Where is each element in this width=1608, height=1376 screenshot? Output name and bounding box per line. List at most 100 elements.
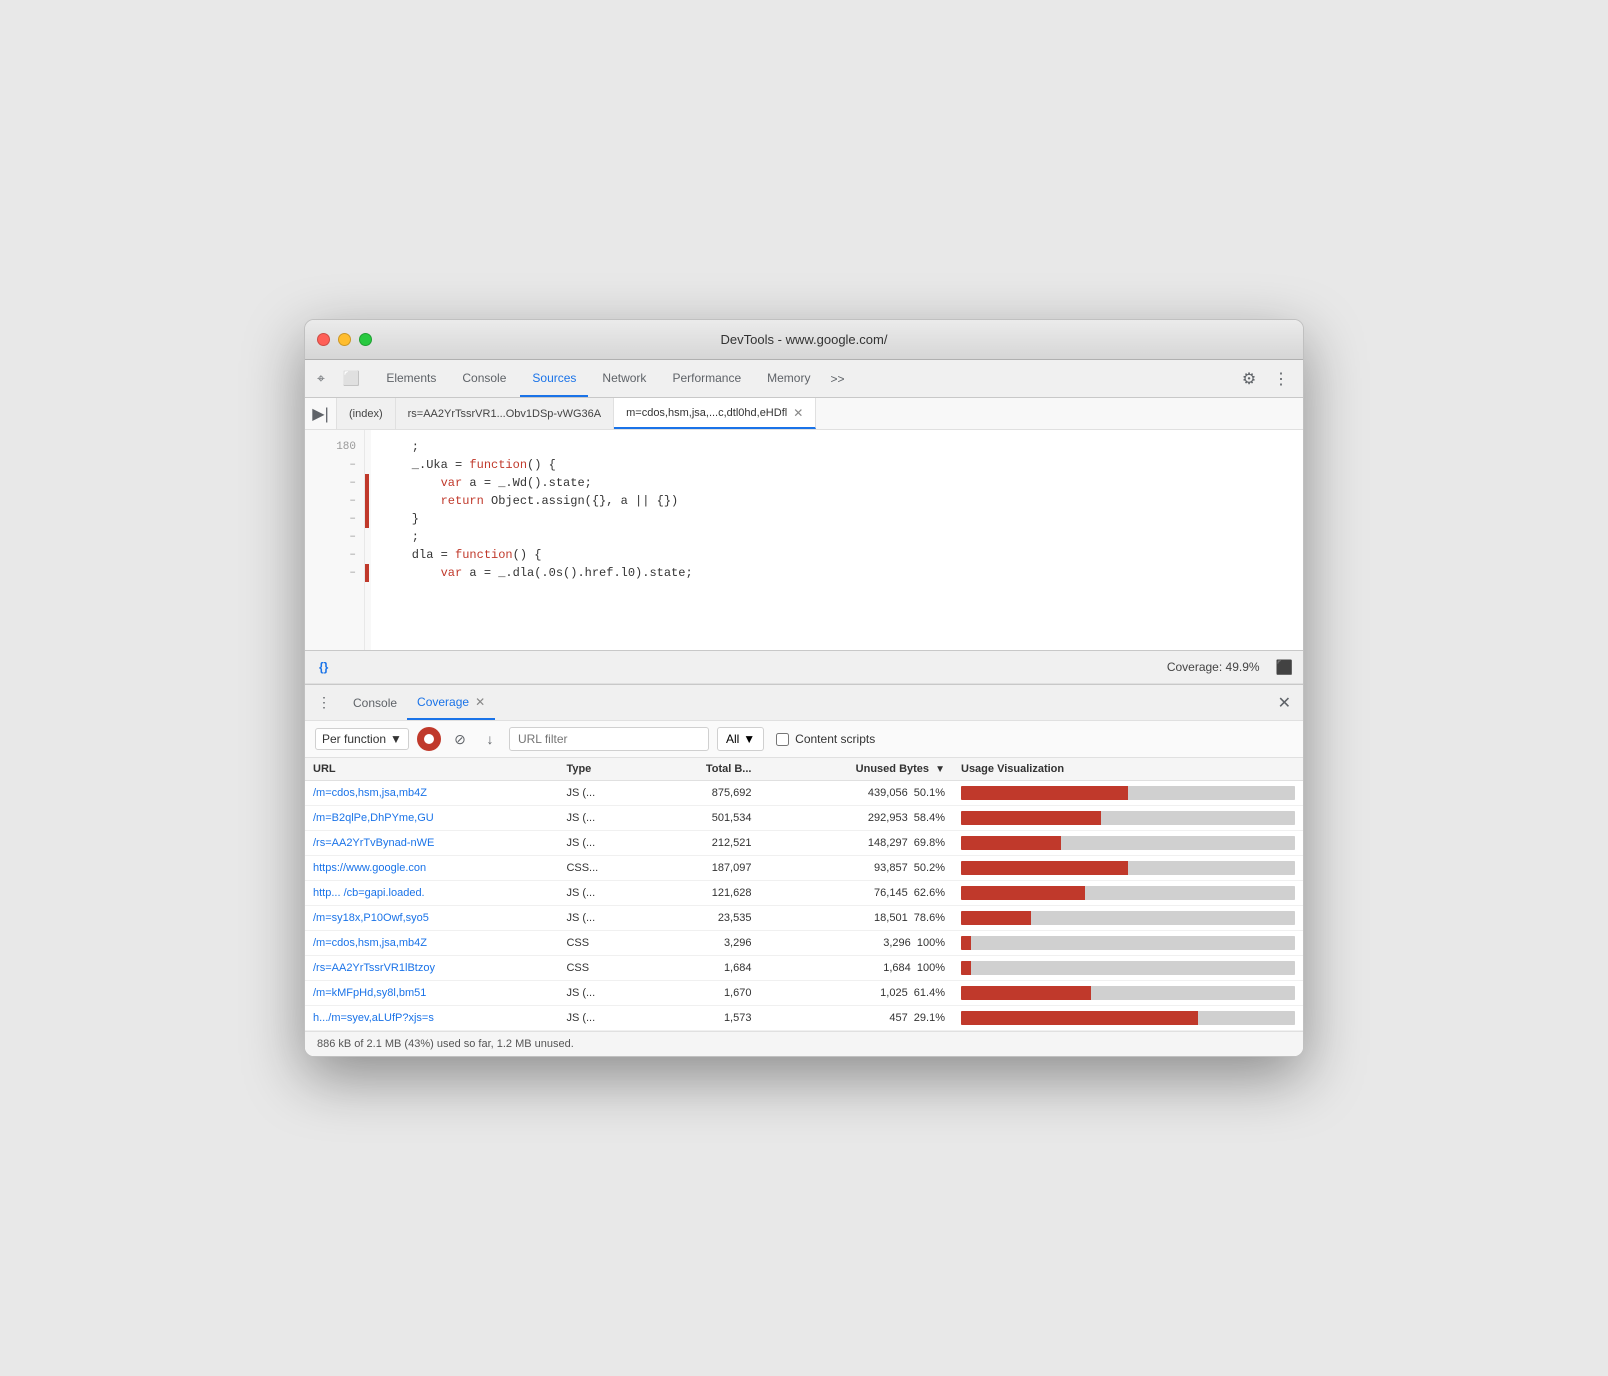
content-scripts-checkbox[interactable] bbox=[776, 733, 789, 746]
table-row[interactable]: /rs=AA2YrTssrVR1lBtzoy CSS 1,684 1,684 1… bbox=[305, 956, 1303, 981]
main-tab-bar: ⌖ ⬜ Elements Console Sources Network Per… bbox=[305, 360, 1303, 398]
row-unused: 439,056 50.1% bbox=[759, 781, 953, 806]
device-icon[interactable]: ⬜ bbox=[339, 366, 364, 391]
vis-bar bbox=[961, 836, 1295, 850]
vis-bar-used bbox=[961, 886, 1085, 900]
tab-elements[interactable]: Elements bbox=[374, 360, 448, 397]
coverage-table-body: /m=cdos,hsm,jsa,mb4Z JS (... 875,692 439… bbox=[305, 781, 1303, 1031]
drawer-tab-coverage-close[interactable]: ✕ bbox=[475, 695, 485, 709]
row-unused: 76,145 62.6% bbox=[759, 881, 953, 906]
row-unused: 1,684 100% bbox=[759, 956, 953, 981]
record-coverage-button[interactable] bbox=[417, 727, 441, 751]
row-vis bbox=[953, 956, 1303, 981]
more-tabs-button[interactable]: >> bbox=[824, 368, 850, 390]
line-number-blank-5: – bbox=[305, 528, 364, 546]
vis-bar-unused bbox=[971, 936, 1295, 950]
vis-bar-used bbox=[961, 911, 1031, 925]
table-row[interactable]: https://www.google.con CSS... 187,097 93… bbox=[305, 856, 1303, 881]
cov-line-7 bbox=[365, 546, 369, 564]
inspect-icon[interactable]: ⌖ bbox=[313, 366, 329, 391]
drawer-tab-console-label: Console bbox=[353, 696, 397, 710]
content-scripts-label[interactable]: Content scripts bbox=[776, 732, 875, 746]
cov-line-1 bbox=[365, 438, 369, 456]
table-row[interactable]: h.../m=syev,aLUfP?xjs=s JS (... 1,573 45… bbox=[305, 1006, 1303, 1031]
code-line-3: var a = _.Wd().state; bbox=[383, 474, 1291, 492]
cov-line-6 bbox=[365, 528, 369, 546]
table-row[interactable]: /m=cdos,hsm,jsa,mb4Z JS (... 875,692 439… bbox=[305, 781, 1303, 806]
row-type: JS (... bbox=[558, 906, 646, 931]
row-total: 23,535 bbox=[646, 906, 759, 931]
line-number-blank-4: – bbox=[305, 510, 364, 528]
drawer-tab-coverage[interactable]: Coverage ✕ bbox=[407, 685, 495, 720]
file-tab-index[interactable]: (index) bbox=[337, 398, 396, 429]
row-url: h.../m=syev,aLUfP?xjs=s bbox=[305, 1006, 558, 1031]
row-total: 212,521 bbox=[646, 831, 759, 856]
tab-sources[interactable]: Sources bbox=[520, 360, 588, 397]
row-type: JS (... bbox=[558, 781, 646, 806]
code-line-2: _.Uka = function() { bbox=[383, 456, 1291, 474]
row-total: 1,684 bbox=[646, 956, 759, 981]
type-filter-chevron-icon: ▼ bbox=[743, 732, 755, 746]
type-filter-label: All bbox=[726, 732, 739, 746]
download-coverage-button[interactable]: ↓ bbox=[479, 728, 501, 750]
coverage-table: URL Type Total B... Unused Bytes ▼ Usage… bbox=[305, 758, 1303, 1031]
reload-coverage-button[interactable]: ⊘ bbox=[449, 728, 471, 750]
row-unused: 3,296 100% bbox=[759, 931, 953, 956]
maximize-button[interactable] bbox=[359, 333, 372, 346]
code-line-1: ; bbox=[383, 438, 1291, 456]
close-button[interactable] bbox=[317, 333, 330, 346]
drawer-tab-console[interactable]: Console bbox=[343, 685, 407, 720]
table-row[interactable]: /m=cdos,hsm,jsa,mb4Z CSS 3,296 3,296 100… bbox=[305, 931, 1303, 956]
col-unused[interactable]: Unused Bytes ▼ bbox=[759, 758, 953, 781]
vis-bar bbox=[961, 936, 1295, 950]
col-url[interactable]: URL bbox=[305, 758, 558, 781]
table-row[interactable]: /rs=AA2YrTvBynad-nWE JS (... 212,521 148… bbox=[305, 831, 1303, 856]
cov-line-4 bbox=[365, 492, 369, 510]
line-number-blank-6: – bbox=[305, 546, 364, 564]
table-row[interactable]: /m=kMFpHd,sy8l,bm51 JS (... 1,670 1,025 … bbox=[305, 981, 1303, 1006]
screenshot-button[interactable]: ⬛ bbox=[1276, 659, 1293, 676]
vis-bar-unused bbox=[1085, 886, 1295, 900]
more-options-icon[interactable]: ⋮ bbox=[1267, 365, 1295, 393]
settings-icon[interactable]: ⚙ bbox=[1235, 365, 1263, 393]
table-row[interactable]: /m=sy18x,P10Owf,syo5 JS (... 23,535 18,5… bbox=[305, 906, 1303, 931]
record-inner-dot bbox=[424, 734, 434, 744]
file-tab-cdos-close[interactable]: ✕ bbox=[793, 407, 803, 419]
per-function-dropdown[interactable]: Per function ▼ bbox=[315, 728, 409, 750]
row-vis bbox=[953, 1006, 1303, 1031]
col-total[interactable]: Total B... bbox=[646, 758, 759, 781]
tab-network[interactable]: Network bbox=[590, 360, 658, 397]
col-type[interactable]: Type bbox=[558, 758, 646, 781]
vis-bar bbox=[961, 886, 1295, 900]
type-filter-dropdown[interactable]: All ▼ bbox=[717, 727, 764, 751]
code-content: ; _.Uka = function() { var a = _.Wd().st… bbox=[371, 430, 1303, 650]
cov-line-3 bbox=[365, 474, 369, 492]
table-row[interactable]: /m=B2qlPe,DhPYme,GU JS (... 501,534 292,… bbox=[305, 806, 1303, 831]
col-vis: Usage Visualization bbox=[953, 758, 1303, 781]
sidebar-toggle-button[interactable]: ▶| bbox=[305, 398, 337, 429]
table-row[interactable]: http... /cb=gapi.loaded. JS (... 121,628… bbox=[305, 881, 1303, 906]
row-type: JS (... bbox=[558, 1006, 646, 1031]
minimize-button[interactable] bbox=[338, 333, 351, 346]
row-url: /rs=AA2YrTssrVR1lBtzoy bbox=[305, 956, 558, 981]
tab-memory[interactable]: Memory bbox=[755, 360, 822, 397]
code-line-7: dla = function() { bbox=[383, 546, 1291, 564]
url-filter-input[interactable] bbox=[509, 727, 709, 751]
drawer-close-button[interactable]: ✕ bbox=[1274, 689, 1295, 717]
code-editor: 180 – – – – – – – ; _.Uka = function() {… bbox=[305, 430, 1303, 650]
vis-bar bbox=[961, 786, 1295, 800]
row-vis bbox=[953, 806, 1303, 831]
tab-console[interactable]: Console bbox=[450, 360, 518, 397]
tab-performance[interactable]: Performance bbox=[660, 360, 753, 397]
code-line-4: return Object.assign({}, a || {}) bbox=[383, 492, 1291, 510]
drawer-menu-icon[interactable]: ⋮ bbox=[313, 690, 335, 715]
file-tab-cdos[interactable]: m=cdos,hsm,jsa,...c,dtl0hd,eHDfl ✕ bbox=[614, 398, 816, 429]
format-button[interactable]: {} bbox=[315, 658, 332, 676]
vis-bar bbox=[961, 986, 1295, 1000]
file-tab-aa2yr-label: rs=AA2YrTssrVR1...Obv1DSp-vWG36A bbox=[408, 408, 601, 420]
line-number-blank-1: – bbox=[305, 456, 364, 474]
vis-bar bbox=[961, 1011, 1295, 1025]
file-tab-aa2yr[interactable]: rs=AA2YrTssrVR1...Obv1DSp-vWG36A bbox=[396, 398, 614, 429]
vis-bar-used bbox=[961, 861, 1128, 875]
row-url: /m=sy18x,P10Owf,syo5 bbox=[305, 906, 558, 931]
